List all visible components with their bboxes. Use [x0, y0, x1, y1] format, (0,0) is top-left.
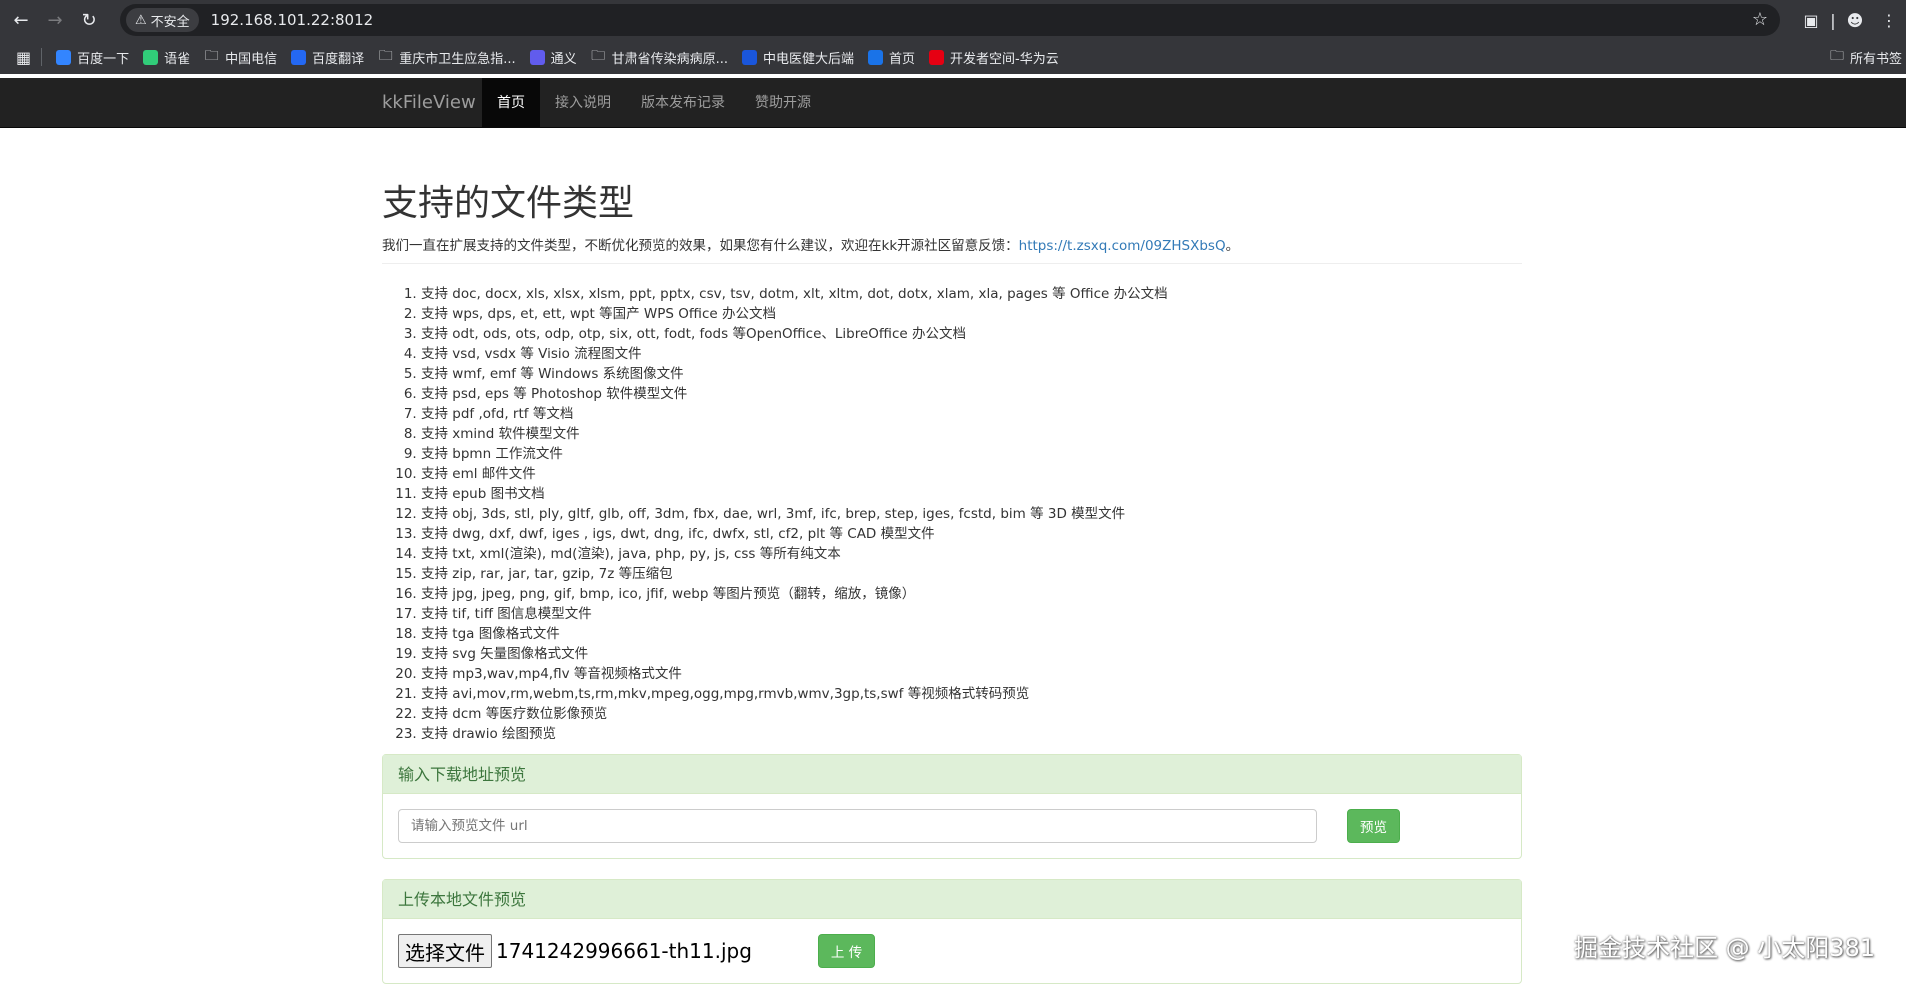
huawei-icon — [929, 49, 945, 65]
preview-button[interactable]: 预览 — [1347, 809, 1400, 843]
forward-arrow-icon[interactable]: → — [42, 7, 68, 33]
nav-item[interactable]: 接入说明 — [540, 78, 626, 128]
intro-body: 我们一直在扩展支持的文件类型，不断优化预览的效果，如果您有什么建议，欢迎在kk开… — [382, 238, 1019, 254]
site-brand[interactable]: kkFileView — [382, 78, 476, 128]
bookmark-star-icon[interactable]: ☆ — [1752, 9, 1768, 30]
apps-icon[interactable]: ▦ — [16, 48, 31, 67]
file-type-item: 支持 svg 矢量图像格式文件 — [421, 644, 1522, 664]
file-type-item: 支持 vsd, vsdx 等 Visio 流程图文件 — [421, 344, 1522, 364]
bookmark-item[interactable]: 🗀 重庆市卫生应急指... — [378, 48, 516, 67]
file-type-item: 支持 tga 图像格式文件 — [421, 624, 1522, 644]
file-type-item: 支持 wps, dps, et, ett, wpt 等国产 WPS Office… — [421, 304, 1522, 324]
folder-icon: 🗀 — [204, 48, 219, 64]
file-type-item: 支持 epub 图书文档 — [421, 484, 1522, 504]
upload-panel-heading: 上传本地文件预览 — [383, 880, 1521, 919]
tongyi-icon — [529, 49, 545, 65]
upload-preview-panel: 上传本地文件预览 选择文件 1741242996661-th11.jpg 上 传 — [382, 879, 1522, 984]
url-preview-panel: 输入下载地址预览 预览 — [382, 754, 1522, 859]
bookmark-item[interactable]: 🗀 甘肃省传染病病原... — [591, 48, 728, 67]
baidu-icon — [56, 49, 72, 65]
file-type-item: 支持 txt, xml(渲染), md(渲染), java, php, py, … — [421, 544, 1522, 564]
file-type-item: 支持 xmind 软件模型文件 — [421, 424, 1522, 444]
warning-icon: ⚠ — [135, 12, 147, 28]
all-bookmarks-label: 所有书签 — [1849, 51, 1902, 67]
file-type-item: 支持 mp3,wav,mp4,flv 等音视频格式文件 — [421, 664, 1522, 684]
bookmark-label: 通义 — [550, 51, 577, 67]
url-panel-heading: 输入下载地址预览 — [383, 755, 1521, 794]
shield-icon — [742, 49, 758, 65]
nav-item[interactable]: 首页 — [482, 78, 540, 128]
bookmark-label: 百度翻译 — [312, 51, 365, 67]
reload-icon[interactable]: ↻ — [76, 7, 102, 33]
browser-toolbar: ← → ↻ ⚠ 不安全 192.168.101.22:8012 ☆ ▣ | ☻ … — [0, 0, 1906, 40]
bookmark-label: 甘肃省传染病病原... — [611, 51, 729, 67]
url-input[interactable] — [398, 809, 1317, 843]
security-chip[interactable]: ⚠ 不安全 — [126, 8, 199, 32]
file-type-item: 支持 jpg, jpeg, png, gif, bmp, ico, jfif, … — [421, 584, 1522, 604]
profile-icon[interactable]: ☻ — [1838, 3, 1872, 37]
menu-icon[interactable]: ⋮ — [1872, 3, 1906, 37]
bookmark-label: 中电医健大后端 — [763, 51, 855, 67]
yuque-icon — [143, 49, 159, 65]
main-content: 支持的文件类型 我们一直在扩展支持的文件类型，不断优化预览的效果，如果您有什么建… — [382, 128, 1522, 984]
bookmark-item[interactable]: 🗀 中国电信 — [204, 48, 278, 67]
bookmark-item[interactable]: 语雀 — [143, 48, 190, 67]
back-arrow-icon[interactable]: ← — [8, 7, 34, 33]
feedback-link[interactable]: https://t.zsxq.com/09ZHSXbsQ — [1019, 238, 1226, 254]
file-type-item: 支持 doc, docx, xls, xlsx, xlsm, ppt, pptx… — [421, 284, 1522, 304]
bookmark-item[interactable]: 开发者空间-华为云 — [929, 48, 1059, 67]
file-type-item: 支持 drawio 绘图预览 — [421, 724, 1522, 744]
file-type-item: 支持 dcm 等医疗数位影像预览 — [421, 704, 1522, 724]
bookmark-item[interactable]: 中电医健大后端 — [742, 48, 854, 67]
nav-item[interactable]: 版本发布记录 — [626, 78, 740, 128]
file-type-item: 支持 wmf, emf 等 Windows 系统图像文件 — [421, 364, 1522, 384]
all-bookmarks-item[interactable]: 🗀 所有书签 — [1830, 45, 1902, 69]
upload-button[interactable]: 上 传 — [817, 934, 876, 968]
file-type-item: 支持 obj, 3ds, stl, ply, gltf, glb, off, 3… — [421, 504, 1522, 524]
divider: | — [1830, 10, 1836, 30]
bookmark-label: 中国电信 — [225, 51, 278, 67]
file-type-item: 支持 pdf ,ofd, rtf 等文档 — [421, 404, 1522, 424]
security-label: 不安全 — [150, 14, 190, 30]
extensions-icon[interactable]: ▣ — [1794, 3, 1828, 37]
file-type-item: 支持 tif, tiff 图信息模型文件 — [421, 604, 1522, 624]
bookmark-item[interactable]: 通义 — [529, 48, 577, 67]
figure-icon — [868, 49, 884, 65]
url-text[interactable]: 192.168.101.22:8012 — [211, 11, 374, 29]
bookmark-label: 百度一下 — [77, 51, 130, 67]
file-type-item: 支持 psd, eps 等 Photoshop 软件模型文件 — [421, 384, 1522, 404]
bookmark-label: 开发者空间-华为云 — [950, 51, 1059, 67]
selected-file-name: 1741242996661-th11.jpg — [496, 939, 752, 963]
bookmark-item[interactable]: 百度一下 — [56, 48, 129, 67]
file-type-item: 支持 eml 邮件文件 — [421, 464, 1522, 484]
address-bar[interactable]: ⚠ 不安全 192.168.101.22:8012 ☆ — [120, 4, 1780, 36]
site-navbar: kkFileView 首页 接入说明 版本发布记录 赞助开源 — [0, 78, 1906, 128]
bookmark-label: 首页 — [889, 51, 916, 67]
translate-icon — [291, 49, 307, 65]
file-type-item: 支持 avi,mov,rm,webm,ts,rm,mkv,mpeg,ogg,mp… — [421, 684, 1522, 704]
folder-icon: 🗀 — [378, 48, 393, 64]
nav-item[interactable]: 赞助开源 — [740, 78, 826, 128]
bookmark-label: 语雀 — [164, 51, 191, 67]
folder-icon: 🗀 — [1829, 48, 1844, 64]
folder-icon: 🗀 — [591, 48, 606, 64]
choose-file-button[interactable]: 选择文件 — [398, 934, 492, 968]
bookmark-item[interactable]: 首页 — [868, 48, 915, 67]
bookmarks-bar: ▦ 百度一下 语雀 🗀 中国电信 百度翻译 🗀 重庆市卫生应急指... 通义 🗀 甘肃省传染病病原… — [0, 40, 1906, 74]
intro-text: 我们一直在扩展支持的文件类型，不断优化预览的效果，如果您有什么建议，欢迎在kk开… — [382, 234, 1522, 264]
file-types-list: 支持 doc, docx, xls, xlsx, xlsm, ppt, pptx… — [382, 284, 1522, 744]
watermark-text: 掘金技术社区 @ 小太阳381 — [1574, 934, 1876, 962]
file-type-item: 支持 bpmn 工作流文件 — [421, 444, 1522, 464]
bookmark-item[interactable]: 百度翻译 — [291, 48, 364, 67]
file-type-item: 支持 dwg, dxf, dwf, iges , igs, dwt, dng, … — [421, 524, 1522, 544]
file-type-item: 支持 zip, rar, jar, tar, gzip, 7z 等压缩包 — [421, 564, 1522, 584]
bookmark-label: 重庆市卫生应急指... — [399, 51, 516, 67]
intro-end: 。 — [1225, 238, 1240, 254]
file-type-item: 支持 odt, ods, ots, odp, otp, six, ott, fo… — [421, 324, 1522, 344]
page-title: 支持的文件类型 — [382, 183, 635, 224]
